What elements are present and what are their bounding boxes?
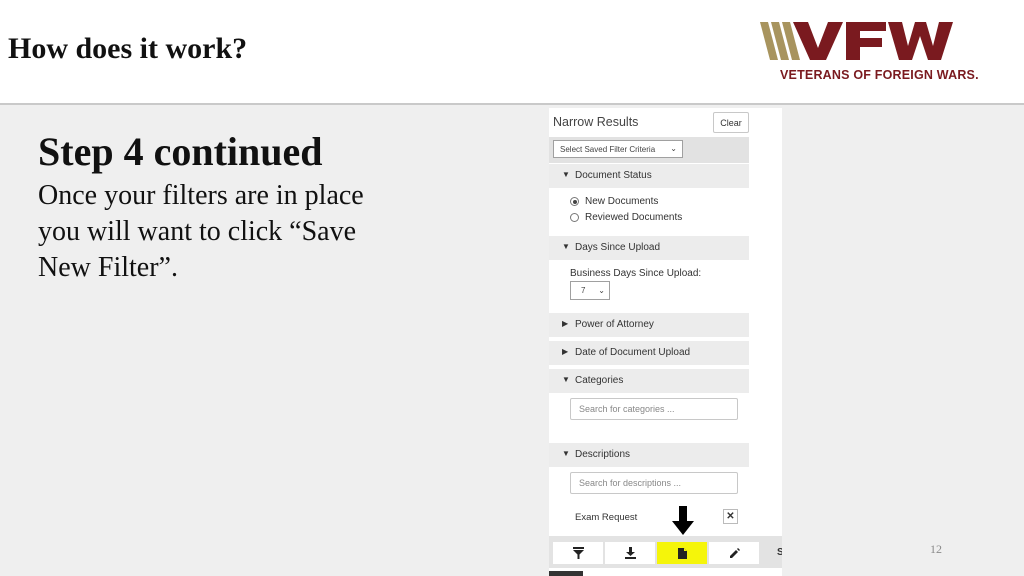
section-date-of-document-upload[interactable]: ▶ Date of Document Upload	[549, 341, 749, 365]
descriptions-search-input[interactable]: Search for descriptions ...	[570, 472, 738, 494]
business-days-label: Business Days Since Upload:	[570, 268, 702, 279]
chevron-down-icon: ▼	[562, 170, 570, 179]
save-new-filter-button[interactable]	[657, 542, 707, 564]
chevron-down-icon: ▼	[562, 242, 570, 251]
chevron-down-icon: ⌄	[598, 286, 605, 295]
edit-icon	[729, 547, 740, 558]
section-label: Document Status	[575, 170, 652, 181]
vfw-logo-mark	[760, 22, 953, 60]
radio-new-documents[interactable]: New Documents	[570, 196, 658, 207]
chevron-right-icon: ▶	[562, 319, 569, 328]
saved-filter-row: Select Saved Filter Criteria ⌄	[549, 137, 749, 163]
results-toolbar: S	[549, 536, 782, 568]
business-days-select[interactable]: 7 ⌄	[570, 281, 610, 300]
categories-search-input[interactable]: Search for categories ...	[570, 398, 738, 420]
section-document-status[interactable]: ▼ Document Status	[549, 164, 749, 188]
radio-label: Reviewed Documents	[585, 212, 683, 223]
download-button[interactable]	[605, 542, 655, 564]
close-icon[interactable]: ✕	[723, 509, 738, 524]
selected-description: Exam Request	[575, 512, 638, 523]
section-days-since-upload[interactable]: ▼ Days Since Upload	[549, 236, 749, 260]
radio-unselected-icon[interactable]	[570, 213, 579, 222]
chevron-right-icon: ▶	[562, 347, 569, 356]
arrow-down-icon	[672, 506, 694, 535]
section-label: Descriptions	[575, 449, 631, 460]
chevron-down-icon: ▼	[562, 375, 570, 384]
saved-filter-select[interactable]: Select Saved Filter Criteria ⌄	[553, 140, 683, 158]
vfw-logo: VETERANS OF FOREIGN WARS.	[760, 22, 986, 86]
bottom-strip	[549, 571, 583, 576]
section-label: Date of Document Upload	[575, 347, 691, 358]
section-power-of-attorney[interactable]: ▶ Power of Attorney	[549, 313, 749, 337]
section-descriptions[interactable]: ▼ Descriptions	[549, 443, 749, 467]
vfw-logo-text: VETERANS OF FOREIGN WARS.	[780, 68, 979, 82]
radio-selected-icon[interactable]	[570, 197, 579, 206]
chevron-down-icon: ⌄	[670, 144, 677, 153]
business-days-value: 7	[581, 286, 586, 295]
filter-icon	[572, 547, 584, 559]
slide-title: How does it work?	[8, 32, 248, 65]
narrow-results-panel: Narrow Results Clear Select Saved Filter…	[549, 108, 782, 576]
slide-header: How does it work? VETERANS OF FOREIGN WA…	[0, 0, 1024, 105]
filter-button[interactable]	[553, 542, 603, 564]
section-label: Categories	[575, 375, 624, 386]
section-label: Power of Attorney	[575, 319, 654, 330]
radio-label: New Documents	[585, 196, 659, 207]
panel-title: Narrow Results	[553, 115, 639, 129]
section-categories[interactable]: ▼ Categories	[549, 369, 749, 393]
edit-button[interactable]	[709, 542, 759, 564]
page-number: 12	[930, 542, 942, 556]
toolbar-trailing-text: S	[777, 547, 782, 558]
section-label: Days Since Upload	[575, 242, 661, 253]
save-new-filter-icon	[677, 547, 687, 559]
saved-filter-select-value: Select Saved Filter Criteria	[560, 144, 656, 154]
step-body: Once your filters are in place you will …	[38, 180, 364, 283]
step-title: Step 4 continued	[38, 129, 323, 174]
download-icon	[624, 547, 636, 559]
clear-button[interactable]: Clear	[713, 112, 749, 133]
radio-reviewed-documents[interactable]: Reviewed Documents	[570, 212, 682, 223]
chevron-down-icon: ▼	[562, 449, 570, 458]
panel-header: Narrow Results Clear	[549, 108, 749, 136]
